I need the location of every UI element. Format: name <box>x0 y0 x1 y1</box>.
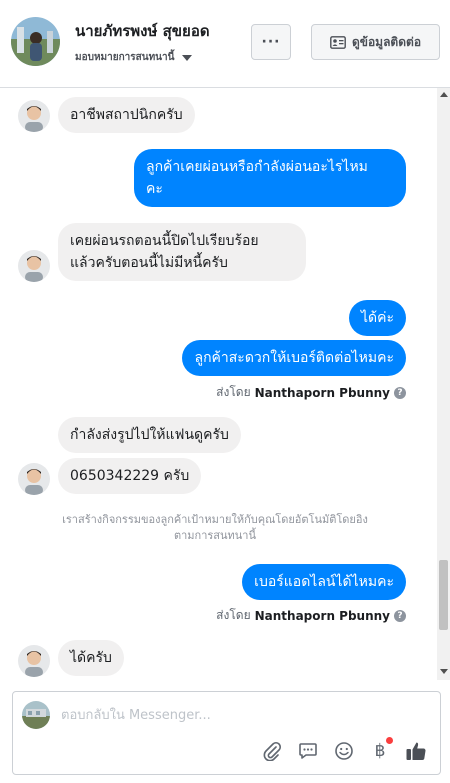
reply-input[interactable] <box>61 705 401 725</box>
conversation-header: นายภัทรพงษ์ สุขยอด มอบหมายการสนทนานี้ ··… <box>0 0 450 88</box>
saved-reply-icon[interactable] <box>297 740 319 762</box>
thread-scrollbar[interactable] <box>437 88 450 680</box>
payment-icon[interactable]: ฿ <box>369 737 393 762</box>
message-line: ลูกค้าเคยผ่อนหรือกำลังผ่อนอะไรไหม <box>146 159 368 175</box>
incoming-message[interactable]: อาชีพสถาปนิกครับ <box>58 97 195 133</box>
customer-avatar-small <box>18 250 50 282</box>
info-icon[interactable]: ? <box>394 609 406 622</box>
page-avatar <box>22 701 50 729</box>
sent-by-label: ส่งโดย Nanthaporn Pbunny ? <box>216 606 406 625</box>
message-line: เคยผ่อนรถตอนนี้ปิดไปเรียบร้อย <box>70 233 259 249</box>
incoming-message[interactable]: ได้ครับ <box>58 640 124 676</box>
automation-note: เราสร้างกิจกรรมของลูกค้าเป้าหมายให้กับคุ… <box>20 512 410 544</box>
assign-conversation-dropdown[interactable]: มอบหมายการสนทนานี้ <box>75 50 193 65</box>
baht-symbol: ฿ <box>374 741 386 761</box>
reply-composer: ฿ <box>12 691 441 775</box>
incoming-message[interactable]: 0650342229 ครับ <box>58 458 202 494</box>
view-contact-button[interactable]: ดูข้อมูลติดต่อ <box>311 24 440 60</box>
scroll-up-arrow-icon[interactable] <box>440 92 448 97</box>
chevron-down-icon <box>182 54 193 61</box>
like-icon[interactable] <box>405 740 427 762</box>
notification-dot <box>386 737 393 744</box>
note-line: ตามการสนทนานี้ <box>173 529 257 542</box>
scroll-down-arrow-icon[interactable] <box>440 669 448 674</box>
outgoing-message[interactable]: ลูกค้าเคยผ่อนหรือกำลังผ่อนอะไรไหม คะ <box>134 149 406 207</box>
attachment-icon[interactable] <box>261 740 283 762</box>
composer-toolbar: ฿ <box>261 737 427 764</box>
incoming-message[interactable]: เคยผ่อนรถตอนนี้ปิดไปเรียบร้อย แล้วครับตอ… <box>58 223 306 281</box>
contact-card-icon <box>330 35 346 49</box>
info-icon[interactable]: ? <box>394 386 406 399</box>
scrollbar-thumb[interactable] <box>439 560 448 630</box>
customer-avatar-small <box>18 645 50 677</box>
note-line: เราสร้างกิจกรรมของลูกค้าเป้าหมายให้กับคุ… <box>62 513 368 526</box>
outgoing-message[interactable]: ได้ค่ะ <box>348 300 406 336</box>
assign-label: มอบหมายการสนทนานี้ <box>75 52 175 63</box>
outgoing-message[interactable]: ลูกค้าสะดวกให้เบอร์ติดต่อไหมคะ <box>182 340 406 376</box>
sent-by-agent[interactable]: Nanthaporn Pbunny <box>255 609 390 623</box>
incoming-message[interactable]: กำลังส่งรูปไปให้แฟนดูครับ <box>58 417 241 453</box>
sent-by-prefix: ส่งโดย <box>216 385 251 399</box>
customer-avatar-small <box>18 100 50 132</box>
emoji-icon[interactable] <box>333 740 355 762</box>
message-thread[interactable]: อาชีพสถาปนิกครับ ลูกค้าเคยผ่อนหรือกำลังผ… <box>0 88 450 680</box>
customer-avatar[interactable] <box>11 17 60 66</box>
message-line: แล้วครับตอนนี้ไม่มีหนี้ครับ <box>70 255 228 271</box>
outgoing-message[interactable]: เบอร์แอดไลน์ได้ไหมคะ <box>242 564 406 600</box>
ellipsis-icon: ··· <box>261 34 281 50</box>
customer-name[interactable]: นายภัทรพงษ์ สุขยอด <box>75 19 210 43</box>
sent-by-agent[interactable]: Nanthaporn Pbunny <box>255 386 390 400</box>
view-contact-label: ดูข้อมูลติดต่อ <box>351 34 422 49</box>
sent-by-label: ส่งโดย Nanthaporn Pbunny ? <box>216 383 406 402</box>
more-options-button[interactable]: ··· <box>251 24 291 60</box>
sent-by-prefix: ส่งโดย <box>216 608 251 622</box>
message-line: คะ <box>146 181 163 197</box>
customer-avatar-small <box>18 463 50 495</box>
